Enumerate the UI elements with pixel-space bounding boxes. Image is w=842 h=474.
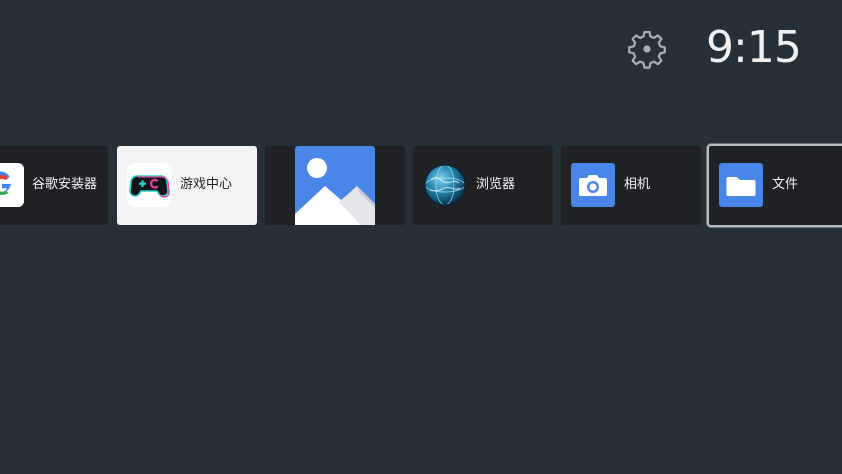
app-label: 相机 (624, 177, 651, 192)
settings-button[interactable] (627, 29, 667, 69)
app-tile-files[interactable]: 文件 (707, 144, 842, 227)
app-tile-gallery[interactable] (265, 146, 405, 225)
image-landscape-icon (295, 146, 375, 225)
gear-icon (628, 30, 666, 69)
globe-icon (424, 164, 466, 206)
app-label: 文件 (772, 177, 799, 192)
home-screen: 9:15 谷歌安装器 游戏中心 浏览器 相机 文件 (0, 0, 842, 474)
camera-icon (571, 163, 615, 207)
app-tile-camera[interactable]: 相机 (561, 146, 701, 225)
google-g-icon (0, 163, 24, 207)
app-label: 浏览器 (476, 177, 516, 192)
folder-icon (719, 163, 763, 207)
app-tile-browser[interactable]: 浏览器 (413, 146, 553, 225)
gamepad-icon (127, 163, 171, 207)
app-label: 游戏中心 (180, 177, 233, 192)
app-tile-google-installer[interactable]: 谷歌安装器 (0, 146, 108, 225)
app-label: 谷歌安装器 (32, 177, 98, 192)
clock: 9:15 (706, 22, 802, 73)
app-tile-game-center[interactable]: 游戏中心 (117, 146, 257, 225)
